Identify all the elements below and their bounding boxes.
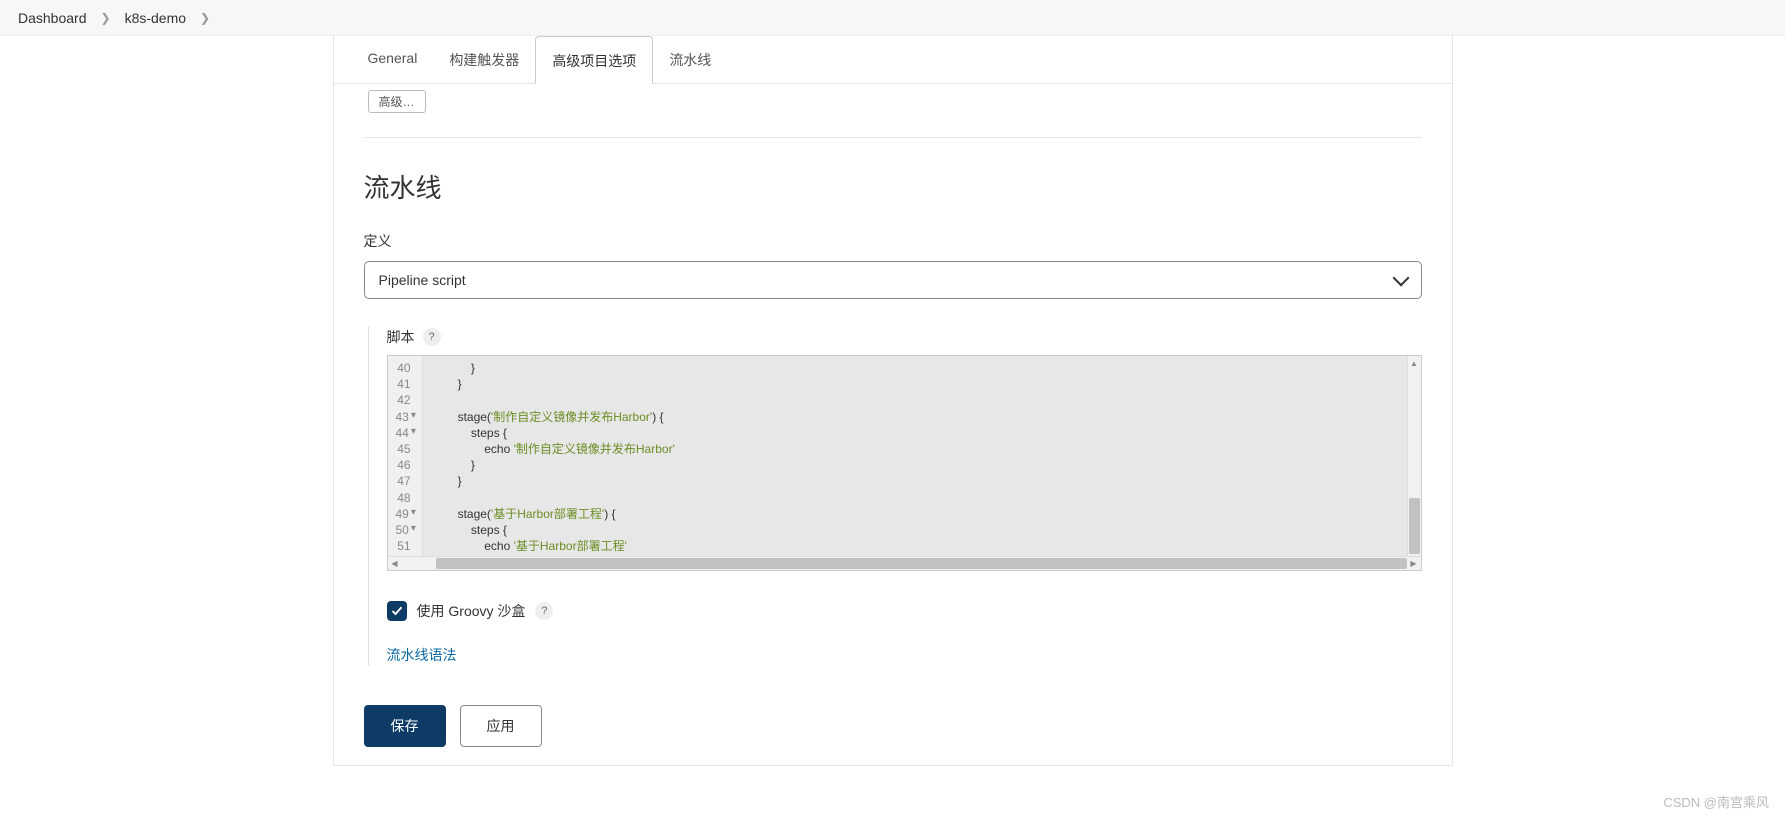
breadcrumb: Dashboard ❯ k8s-demo ❯ xyxy=(0,0,1785,36)
vertical-scrollbar[interactable]: ▲ xyxy=(1407,356,1421,556)
horizontal-scroll-thumb[interactable] xyxy=(436,558,1407,569)
chevron-right-icon: ❯ xyxy=(101,11,111,25)
tab-advanced[interactable]: 高级项目选项 xyxy=(535,36,653,84)
groovy-sandbox-label: 使用 Groovy 沙盒 xyxy=(417,601,526,621)
check-icon xyxy=(391,605,403,617)
scroll-right-arrow-icon[interactable]: ▶ xyxy=(1407,557,1421,570)
chevron-down-icon xyxy=(1392,270,1409,287)
script-label: 脚本 xyxy=(387,327,415,347)
advanced-button[interactable]: 高级… xyxy=(368,90,426,113)
breadcrumb-item-dashboard[interactable]: Dashboard xyxy=(18,10,87,26)
tab-triggers[interactable]: 构建触发器 xyxy=(433,36,535,83)
breadcrumb-item-project[interactable]: k8s-demo xyxy=(125,10,186,26)
editor-gutter: 40 41 42 43▾44▾45 46 47 48 49▾50▾51 52 5… xyxy=(388,356,423,556)
apply-button[interactable]: 应用 xyxy=(460,705,542,747)
pipeline-syntax-link[interactable]: 流水线语法 xyxy=(387,647,457,663)
horizontal-scrollbar[interactable]: ◀ ▶ xyxy=(388,556,1421,570)
definition-value: Pipeline script xyxy=(379,272,466,288)
save-button[interactable]: 保存 xyxy=(364,705,446,747)
help-icon[interactable]: ? xyxy=(423,328,441,346)
config-tabs: General 构建触发器 高级项目选项 流水线 xyxy=(334,36,1452,84)
tab-general[interactable]: General xyxy=(352,36,434,83)
script-editor[interactable]: 40 41 42 43▾44▾45 46 47 48 49▾50▾51 52 5… xyxy=(387,355,1422,571)
config-panel: General 构建触发器 高级项目选项 流水线 高级… 流水线 定义 Pipe… xyxy=(333,36,1453,766)
groovy-sandbox-checkbox[interactable] xyxy=(387,601,407,621)
definition-label: 定义 xyxy=(364,231,1422,251)
chevron-right-icon: ❯ xyxy=(200,11,210,25)
definition-select[interactable]: Pipeline script xyxy=(364,261,1422,299)
editor-content[interactable]: } } stage('制作自定义镜像并发布Harbor') { steps { … xyxy=(423,356,1421,556)
section-title: 流水线 xyxy=(364,168,1422,205)
scroll-up-arrow-icon[interactable]: ▲ xyxy=(1408,356,1421,370)
watermark: CSDN @南宫乘风 xyxy=(1663,792,1769,811)
tab-pipeline[interactable]: 流水线 xyxy=(653,36,727,83)
scroll-left-arrow-icon[interactable]: ◀ xyxy=(388,557,402,570)
help-icon[interactable]: ? xyxy=(535,602,553,620)
prev-section-remnant: 高级… xyxy=(364,88,1422,138)
vertical-scroll-thumb[interactable] xyxy=(1409,498,1420,554)
